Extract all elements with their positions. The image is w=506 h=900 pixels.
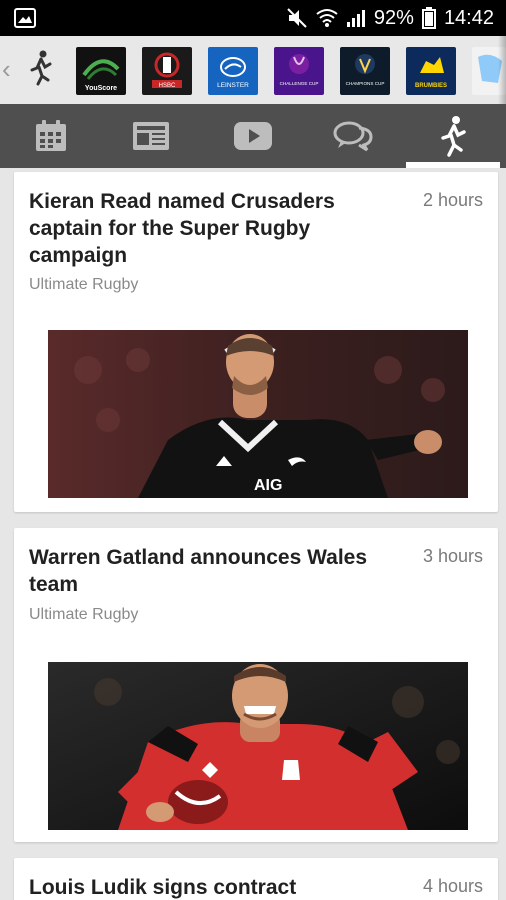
rugby-player-red-jersey-photo[interactable] [48,662,468,830]
calendar-icon [34,119,68,153]
news-card[interactable]: Louis Ludik signs contract 4 hours [14,858,498,900]
champions-cup-logo[interactable]: CHAMPIONS CUP [340,47,390,95]
article-source: Ultimate Rugby [29,276,139,293]
mute-icon [286,7,308,29]
challenge-cup-logo[interactable]: CHALLENGE CUP [274,47,324,95]
challenge-cup-logo-text: CHALLENGE CUP [280,81,319,86]
newspaper-icon [132,121,170,151]
tab-videos[interactable] [208,104,298,168]
tab-players[interactable] [406,104,500,168]
article-title[interactable]: Warren Gatland announces Wales team [29,544,369,598]
tab-bar [0,104,506,168]
active-tab-indicator [406,162,500,168]
tab-fixtures[interactable] [6,104,96,168]
news-card[interactable]: Kieran Read named Crusaders captain for … [14,172,498,512]
runner-icon[interactable] [28,50,54,86]
tab-news[interactable] [106,104,196,168]
wifi-icon [316,8,338,28]
youscore-logo[interactable]: YouScore [76,47,126,95]
runner-icon [439,115,467,157]
article-time: 3 hours [422,546,483,566]
article-title[interactable]: Louis Ludik signs contract [29,874,369,900]
play-icon [233,121,273,151]
brumbies-logo[interactable]: BRUMBIES [406,47,456,95]
tab-chat[interactable] [308,104,398,168]
svg-text:AIG: AIG [254,477,282,494]
brumbies-logo-text: BRUMBIES [415,83,447,89]
youscore-logo-text: YouScore [85,85,117,92]
news-card[interactable]: Warren Gatland announces Wales team 3 ho… [14,528,498,842]
battery-percent: 92% [373,6,414,29]
article-time: 4 hours [422,876,483,896]
article-time: 2 hours [422,190,483,210]
battery-icon [421,7,436,29]
signal-icon [346,8,366,28]
status-bar: 92% 14:42 [0,0,506,36]
champions-cup-logo-text: CHAMPIONS CUP [346,81,385,86]
chat-bubbles-icon [333,120,373,152]
chevron-left-icon[interactable]: ‹ [2,54,18,84]
clock: 14:42 [443,6,494,29]
strip-fade [498,36,506,104]
hsbc-logo-text: HSBC [159,83,176,89]
leinster-logo[interactable]: LEINSTER [208,47,258,95]
article-title[interactable]: Kieran Read named Crusaders captain for … [29,188,369,269]
rugby-player-black-jersey-photo[interactable]: AIG [48,330,468,498]
hsbc-sevens-logo[interactable]: HSBC [142,47,192,95]
leinster-logo-text: LEINSTER [217,82,249,89]
gallery-notification-icon [14,8,36,28]
team-strip[interactable]: ‹ YouScore HSBC LEINSTER CHALLENGE CUP C… [0,36,506,104]
status-indicators: 92% 14:42 [286,6,494,30]
article-source: Ultimate Rugby [29,606,139,623]
